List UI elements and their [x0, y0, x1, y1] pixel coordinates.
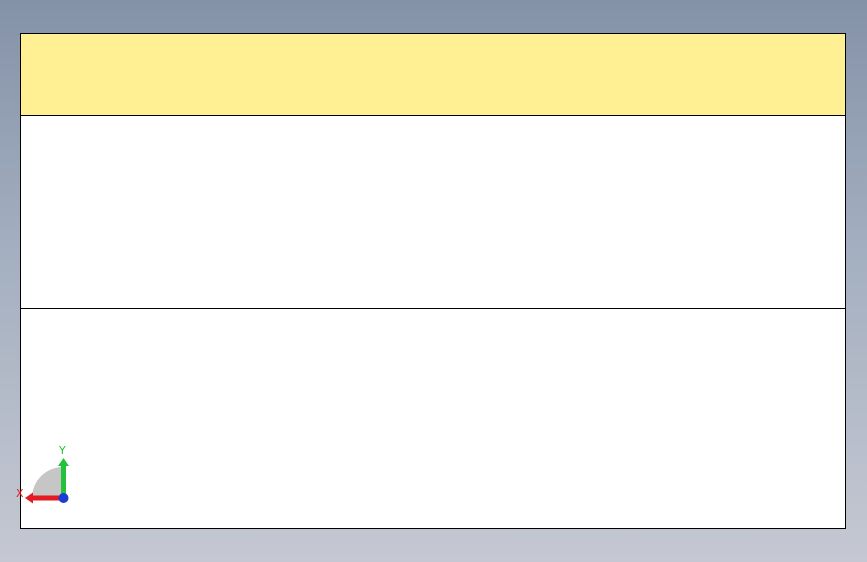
x-axis-label: X — [16, 487, 24, 500]
y-axis-arrow — [58, 458, 69, 466]
model-face-middle[interactable] — [20, 115, 846, 309]
z-axis-origin — [58, 493, 69, 503]
reference-triad: Y X — [12, 440, 76, 510]
triad-quadrant — [32, 467, 63, 498]
model-face-bottom[interactable] — [20, 308, 846, 529]
triad-graphic: Y X — [16, 444, 69, 504]
x-axis-arrow — [25, 492, 33, 504]
model-face-top[interactable] — [20, 33, 846, 116]
y-axis-shaft — [61, 464, 66, 498]
y-axis-label: Y — [58, 444, 66, 457]
graphics-viewport[interactable]: Y X — [0, 0, 867, 562]
